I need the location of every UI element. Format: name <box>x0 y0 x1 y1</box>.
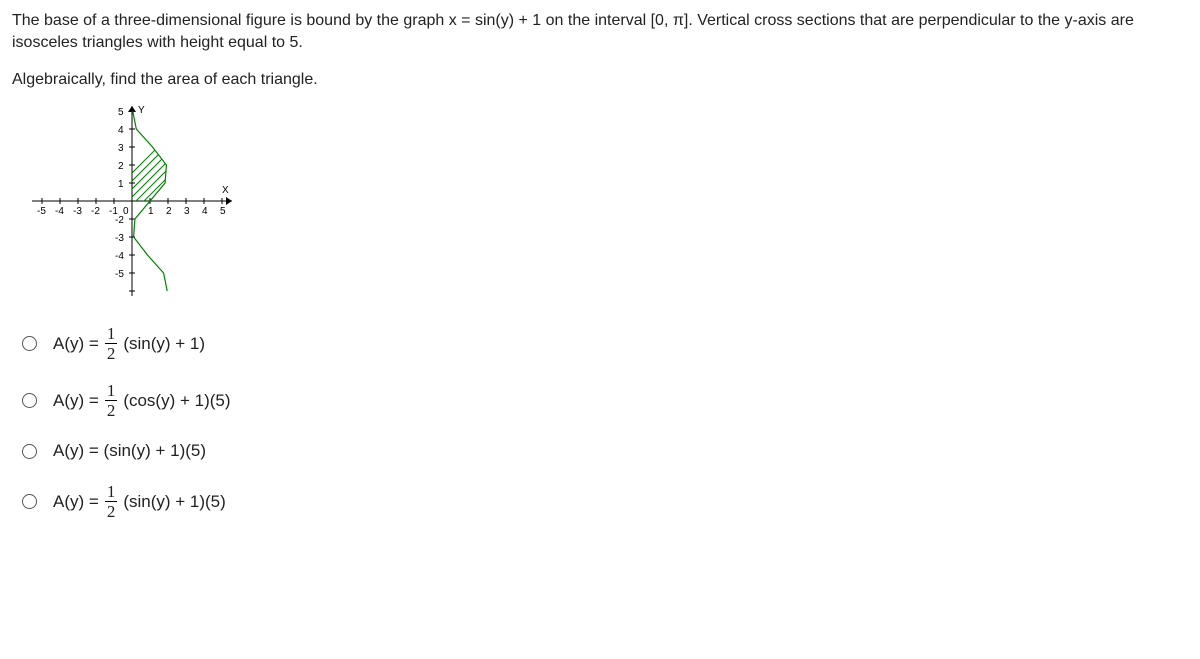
svg-text:1: 1 <box>148 206 154 217</box>
option-a[interactable]: A(y) = 1 2 (sin(y) + 1) <box>22 325 1188 362</box>
svg-text:4: 4 <box>202 206 208 217</box>
option-lhs: A(y) = <box>53 332 99 356</box>
question-paragraph-2: Algebraically, find the area of each tri… <box>12 69 1188 91</box>
answer-options: A(y) = 1 2 (sin(y) + 1) A(y) = 1 2 (cos(… <box>12 325 1188 520</box>
svg-text:-4: -4 <box>115 251 124 262</box>
fraction: 1 2 <box>105 483 118 520</box>
option-tail: (sin(y) + 1)(5) <box>123 490 225 514</box>
option-lhs: A(y) = (sin(y) + 1)(5) <box>53 439 206 463</box>
svg-text:3: 3 <box>118 143 124 154</box>
graph-figure: Y X -5 -4 -3 -2 -1 0 1 2 3 4 5 <box>22 101 1188 301</box>
option-lhs: A(y) = <box>53 389 99 413</box>
svg-text:2: 2 <box>118 161 124 172</box>
option-tail: (sin(y) + 1) <box>123 332 205 356</box>
radio-icon[interactable] <box>22 393 37 408</box>
svg-text:1: 1 <box>118 179 124 190</box>
option-tail: (cos(y) + 1)(5) <box>123 389 230 413</box>
svg-text:5: 5 <box>220 206 226 217</box>
svg-text:4: 4 <box>118 125 124 136</box>
shaded-region <box>94 131 222 211</box>
fraction: 1 2 <box>105 325 118 362</box>
x-axis-label: X <box>222 185 229 196</box>
radio-icon[interactable] <box>22 444 37 459</box>
fraction: 1 2 <box>105 382 118 419</box>
svg-text:-2: -2 <box>115 215 124 226</box>
svg-text:5: 5 <box>118 107 124 118</box>
svg-text:-2: -2 <box>91 206 100 217</box>
option-d[interactable]: A(y) = 1 2 (sin(y) + 1)(5) <box>22 483 1188 520</box>
svg-text:-5: -5 <box>37 206 46 217</box>
option-lhs: A(y) = <box>53 490 99 514</box>
svg-text:-3: -3 <box>115 233 124 244</box>
option-c[interactable]: A(y) = (sin(y) + 1)(5) <box>22 439 1188 463</box>
svg-text:-5: -5 <box>115 269 124 280</box>
svg-text:-3: -3 <box>73 206 82 217</box>
question-paragraph-1: The base of a three-dimensional figure i… <box>12 10 1188 55</box>
option-b[interactable]: A(y) = 1 2 (cos(y) + 1)(5) <box>22 382 1188 419</box>
svg-text:2: 2 <box>166 206 172 217</box>
svg-text:3: 3 <box>184 206 190 217</box>
radio-icon[interactable] <box>22 336 37 351</box>
y-axis-label: Y <box>138 105 145 116</box>
svg-text:-4: -4 <box>55 206 64 217</box>
radio-icon[interactable] <box>22 494 37 509</box>
